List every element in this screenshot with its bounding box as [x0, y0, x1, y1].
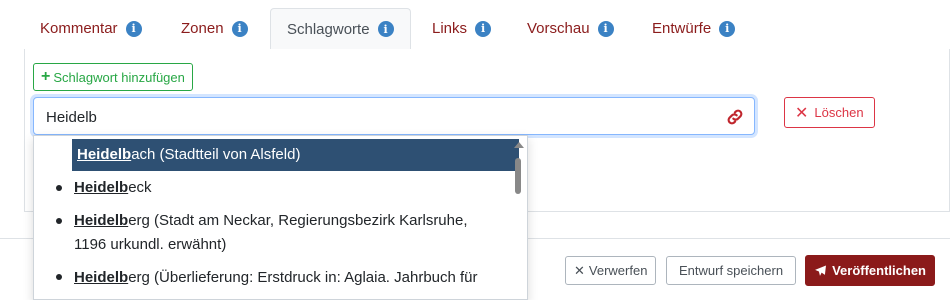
discard-button[interactable]: ✕ Verwerfen	[565, 256, 657, 285]
save-draft-button[interactable]: Entwurf speichern	[666, 256, 797, 285]
tab-label: Schlagworte	[287, 20, 370, 38]
suggestion-text-cont: 1196 urkundl. erwähnt)	[74, 236, 227, 253]
close-icon: ✕	[795, 104, 809, 122]
suggestion-match: Heidelb	[77, 146, 132, 163]
info-icon[interactable]: i	[125, 20, 142, 37]
suggestion-item[interactable]: Heidelbach (Stadtteil von Alsfeld)	[72, 139, 519, 171]
tab-label: Zonen	[181, 20, 224, 37]
delete-button[interactable]: ✕ Löschen	[784, 97, 875, 128]
plus-icon: +	[41, 68, 51, 85]
tab-entwuerfe[interactable]: Entwürfe i	[636, 8, 751, 49]
add-keyword-label: Schlagwort hinzufügen	[53, 69, 185, 85]
info-icon[interactable]: i	[377, 21, 394, 37]
suggestion-item[interactable]: Heidelberg (Stadt am Neckar, Regierungsb…	[74, 209, 514, 257]
tab-label: Entwürfe	[652, 20, 712, 37]
link-icon[interactable]	[725, 107, 745, 127]
info-icon[interactable]: i	[475, 20, 492, 37]
info-icon[interactable]: i	[231, 20, 248, 37]
info-icon[interactable]: i	[719, 20, 736, 37]
bullet-icon	[56, 185, 62, 191]
save-draft-label: Entwurf speichern	[679, 263, 784, 278]
suggestion-text: ach (Stadtteil von Alsfeld)	[131, 146, 301, 163]
paper-plane-icon	[815, 265, 826, 276]
tab-kommentar[interactable]: Kommentar i	[24, 8, 158, 49]
tab-zonen[interactable]: Zonen i	[165, 8, 264, 49]
scroll-up-icon[interactable]	[514, 142, 524, 148]
bullet-icon	[56, 274, 62, 280]
suggestion-match: Heidelb	[74, 269, 129, 286]
scroll-thumb[interactable]	[515, 158, 521, 194]
tab-schlagworte[interactable]: Schlagworte i	[270, 8, 411, 50]
discard-label: Verwerfen	[588, 263, 648, 278]
keyword-search-input[interactable]	[44, 98, 708, 136]
tab-label: Vorschau	[527, 20, 590, 37]
suggestion-text: erg (Überlieferung: Erstdruck in: Aglaia…	[128, 269, 478, 286]
add-keyword-button[interactable]: + Schlagwort hinzufügen	[33, 63, 193, 91]
suggestion-match: Heidelb	[74, 212, 129, 229]
bullet-icon	[56, 218, 62, 224]
tab-bar: Kommentar i Zonen i Schlagworte i Links …	[24, 8, 950, 50]
info-icon[interactable]: i	[597, 20, 614, 37]
delete-label: Löschen	[814, 105, 864, 120]
suggestion-item[interactable]: Heidelbeck	[74, 176, 514, 200]
tab-label: Kommentar	[40, 20, 118, 37]
keyword-search-field	[33, 97, 755, 136]
suggestion-item[interactable]: Heidelberg (Überlieferung: Erstdruck in:…	[74, 266, 514, 290]
suggestion-match: Heidelb	[74, 179, 129, 196]
suggestion-dropdown: Heidelbach (Stadtteil von Alsfeld) Heide…	[33, 135, 528, 300]
tab-vorschau[interactable]: Vorschau i	[511, 8, 630, 49]
tab-links[interactable]: Links i	[416, 8, 507, 49]
publish-button[interactable]: Veröffentlichen	[805, 255, 935, 286]
tab-label: Links	[432, 20, 468, 37]
publish-label: Veröffentlichen	[832, 263, 926, 278]
suggestion-text: erg (Stadt am Neckar, Regierungsbezirk K…	[128, 212, 468, 229]
dropdown-scrollbar[interactable]	[511, 136, 525, 299]
close-icon: ✕	[574, 262, 585, 278]
suggestion-text: eck	[128, 179, 152, 196]
